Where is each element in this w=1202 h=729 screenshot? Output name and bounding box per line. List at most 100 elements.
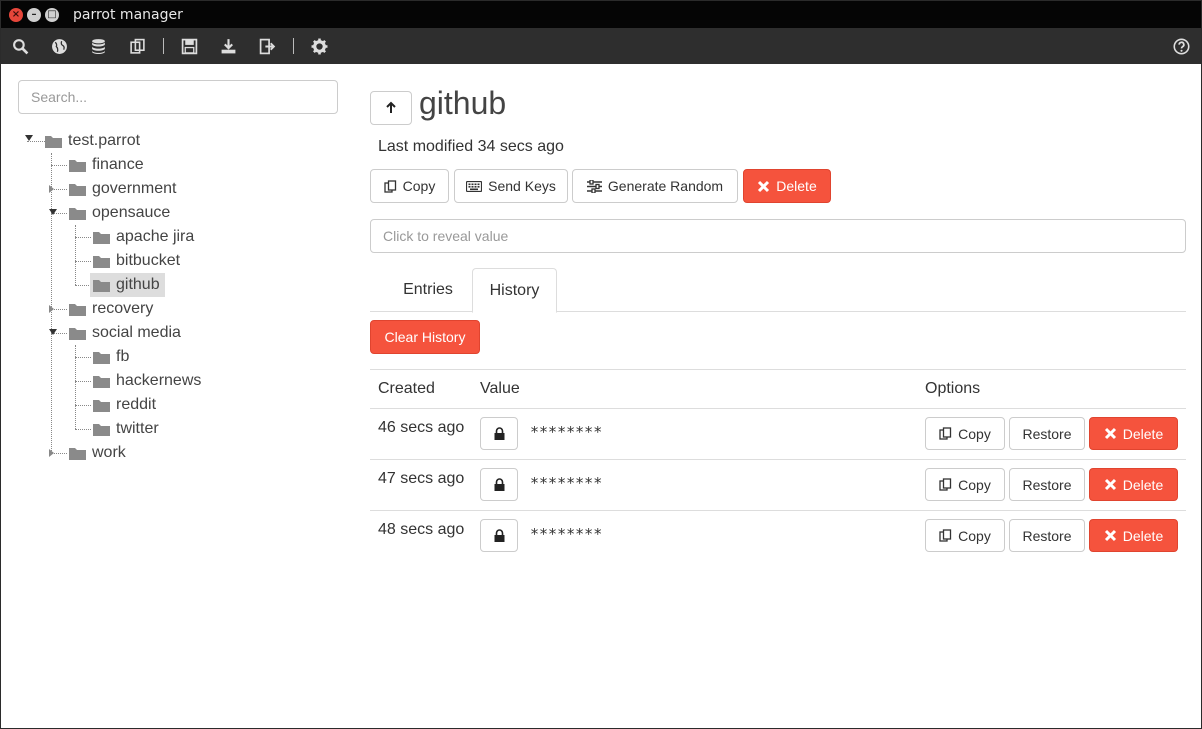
last-modified-text: Last modified 34 secs ago (378, 138, 564, 155)
column-header-created: Created (378, 380, 435, 397)
export-icon[interactable] (248, 28, 287, 64)
tree-node-hackernews[interactable]: hackernews (93, 369, 201, 393)
close-icon (758, 180, 770, 192)
gear-icon[interactable] (300, 28, 339, 64)
sliders-icon (586, 179, 602, 193)
table-header: Created Value Options (370, 369, 1186, 409)
history-created: 48 secs ago (378, 521, 465, 538)
close-icon (1104, 427, 1116, 440)
toolbar-separator (163, 38, 164, 54)
search-icon[interactable] (1, 28, 40, 64)
expand-toggle-icon[interactable] (25, 135, 33, 141)
expand-toggle-icon[interactable] (49, 329, 57, 335)
folder-icon (69, 183, 86, 196)
delete-entry-button[interactable]: Delete (743, 169, 831, 203)
search-input[interactable] (18, 80, 338, 114)
copy-button[interactable]: Copy (370, 169, 449, 203)
column-header-options: Options (925, 380, 981, 397)
generate-random-button[interactable]: Generate Random (572, 169, 738, 203)
globe-icon[interactable] (40, 28, 79, 64)
send-keys-label: Send Keys (488, 178, 556, 194)
copy-icon[interactable] (118, 28, 157, 64)
database-icon[interactable] (79, 28, 118, 64)
tree-node-bitbucket[interactable]: bitbucket (93, 249, 180, 273)
tree-node-label: fb (116, 348, 130, 365)
copy-button-label: Copy (402, 178, 436, 194)
expand-toggle-icon[interactable] (49, 209, 57, 215)
tree-node-label: apache jira (116, 228, 195, 245)
window-close-button[interactable]: × (9, 7, 23, 22)
reveal-lock-button[interactable] (480, 417, 518, 450)
row-delete-button[interactable]: Delete (1089, 417, 1178, 450)
folder-icon (93, 423, 110, 436)
tree-node-test-parrot[interactable]: test.parrot (45, 129, 140, 153)
window-minimize-button[interactable]: – (27, 7, 41, 22)
tree-node-social-media[interactable]: social media (69, 321, 181, 345)
folder-icon (69, 207, 86, 220)
tab-history[interactable]: History (472, 268, 557, 313)
up-button[interactable] (370, 91, 412, 125)
lock-icon (494, 529, 504, 542)
row-delete-label: Delete (1122, 425, 1164, 442)
reveal-lock-button[interactable] (480, 468, 518, 501)
row-delete-label: Delete (1122, 476, 1164, 493)
tree-node-opensauce[interactable]: opensauce (69, 201, 170, 225)
tree-node-apache-jira[interactable]: apache jira (93, 225, 194, 249)
history-table: Created Value Options 46 secs ago ******… (370, 369, 1186, 562)
row-copy-button[interactable]: Copy (925, 417, 1005, 450)
tree-node-government[interactable]: government (69, 177, 177, 201)
tree-node-label: recovery (92, 300, 154, 317)
folder-icon (69, 447, 86, 460)
row-copy-button[interactable]: Copy (925, 519, 1005, 552)
masked-value: ******** (530, 525, 603, 543)
arrow-up-icon (386, 101, 396, 113)
tree-node-work[interactable]: work (69, 441, 126, 465)
table-row: 47 secs ago ******** Copy Restore Delete (370, 460, 1186, 511)
window-titlebar: × – □ parrot manager (1, 1, 1201, 28)
close-icon (1104, 478, 1116, 491)
tree-node-label: government (92, 180, 177, 197)
tab-bar: Entries History (370, 268, 1186, 313)
tree-node-label: test.parrot (68, 132, 141, 149)
row-delete-label: Delete (1122, 527, 1164, 544)
row-restore-button[interactable]: Restore (1009, 417, 1085, 450)
row-delete-button[interactable]: Delete (1089, 519, 1178, 552)
clear-history-button[interactable]: Clear History (370, 320, 480, 354)
collapse-toggle-icon[interactable] (49, 185, 54, 193)
window-maximize-button[interactable]: □ (45, 7, 59, 22)
help-icon[interactable] (1162, 28, 1201, 64)
reveal-lock-button[interactable] (480, 519, 518, 552)
tree-node-reddit[interactable]: reddit (93, 393, 156, 417)
row-delete-button[interactable]: Delete (1089, 468, 1178, 501)
tree-node-twitter[interactable]: twitter (93, 417, 159, 441)
masked-value: ******** (530, 423, 603, 441)
folder-icon (69, 327, 86, 340)
reveal-value-field[interactable]: Click to reveal value (370, 219, 1186, 253)
tree-node-fb[interactable]: fb (93, 345, 129, 369)
copy-icon (939, 478, 952, 491)
copy-icon (939, 427, 952, 440)
folder-icon (93, 375, 110, 388)
tab-entries[interactable]: Entries (386, 268, 470, 312)
copy-icon (384, 179, 396, 193)
row-restore-button[interactable]: Restore (1009, 519, 1085, 552)
lock-icon (494, 427, 504, 440)
row-restore-button[interactable]: Restore (1009, 468, 1085, 501)
collapse-toggle-icon[interactable] (49, 449, 54, 457)
tree-node-recovery[interactable]: recovery (69, 297, 153, 321)
download-icon[interactable] (209, 28, 248, 64)
tree-node-label: social media (92, 324, 181, 341)
collapse-toggle-icon[interactable] (49, 305, 54, 313)
row-copy-label: Copy (958, 527, 991, 544)
row-copy-button[interactable]: Copy (925, 468, 1005, 501)
tree-node-github[interactable]: github (90, 273, 165, 297)
tree-node-label: work (92, 444, 126, 461)
tree-node-label: github (116, 276, 160, 293)
tree-node-finance[interactable]: finance (69, 153, 144, 177)
send-keys-button[interactable]: Send Keys (454, 169, 568, 203)
tree-node-label: bitbucket (116, 252, 181, 269)
delete-entry-label: Delete (776, 178, 817, 194)
save-icon[interactable] (170, 28, 209, 64)
window-title: parrot manager (73, 6, 183, 23)
tree-node-label: finance (92, 156, 144, 173)
